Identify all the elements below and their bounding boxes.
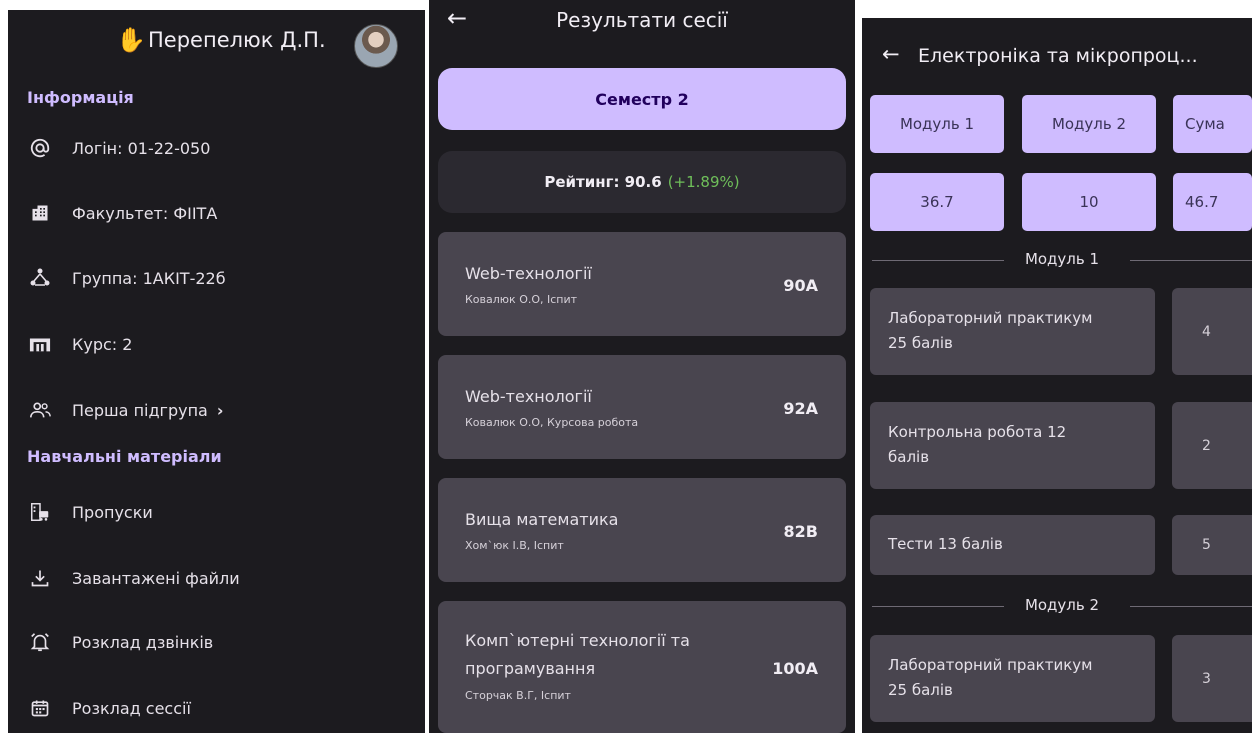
subject-grade: 82B bbox=[783, 522, 818, 541]
session-schedule-item[interactable]: Розклад сессії bbox=[8, 690, 425, 730]
rating-card: Рейтинг: 90.6 (+1.89%) bbox=[438, 151, 846, 213]
grade-row-subtitle: балів bbox=[888, 448, 930, 466]
course-item: Курс: 2 bbox=[8, 326, 425, 366]
subject-teacher: Хом`юк І.В, Іспит bbox=[465, 539, 564, 552]
subject-name: Web-технології bbox=[465, 387, 592, 406]
grade-score: 2 bbox=[1172, 402, 1252, 489]
value-module2: 10 bbox=[1022, 173, 1156, 231]
building-icon bbox=[28, 201, 52, 225]
subject-card[interactable]: Комп`ютерні технології та програмування … bbox=[438, 601, 846, 733]
download-icon bbox=[28, 566, 52, 590]
pass-icon bbox=[28, 500, 52, 524]
group-icon bbox=[28, 266, 52, 290]
subject-name-line2: програмування bbox=[465, 659, 596, 678]
downloads-label: Завантажені файли bbox=[72, 569, 240, 588]
grade-row[interactable]: Лабораторний практикум 25 балів bbox=[870, 635, 1155, 722]
module1-title: Модуль 1 bbox=[1024, 250, 1100, 268]
value-sum: 46.7 bbox=[1173, 173, 1252, 231]
subject-grade: 90A bbox=[783, 276, 818, 295]
group-item: Группа: 1АКІТ-22б bbox=[8, 260, 425, 300]
info-section-title: Інформація bbox=[27, 88, 134, 107]
rating-delta: (+1.89%) bbox=[667, 173, 740, 191]
subject-detail-screen: ← Електроніка та мікропроц... Модуль 1 М… bbox=[862, 18, 1252, 733]
subject-name: Вища математика bbox=[465, 510, 619, 529]
grade-row-title: Тести 13 балів bbox=[888, 535, 1003, 553]
profile-header: ✋ Перепелюк Д.П. bbox=[8, 24, 425, 68]
login-item: Логін: 01-22-050 bbox=[8, 130, 425, 170]
subject-card[interactable]: Web-технології Ковалюк О.О, Курсова робо… bbox=[438, 355, 846, 459]
chevron-right-icon: › bbox=[216, 401, 224, 420]
grade-score: 3 bbox=[1172, 635, 1252, 722]
module2-title: Модуль 2 bbox=[1024, 596, 1100, 614]
subgroup-label: Перша підгрупа › bbox=[72, 401, 224, 420]
header-module2: Модуль 2 bbox=[1022, 95, 1156, 153]
back-arrow-icon[interactable]: ← bbox=[882, 42, 900, 66]
alarm-icon bbox=[28, 630, 52, 654]
subject-teacher: Ковалюк О.О, Іспит bbox=[465, 293, 578, 306]
faculty-label: Факультет: ФІІТА bbox=[72, 204, 218, 223]
subject-name-line1: Комп`ютерні технології та bbox=[465, 631, 690, 650]
subject-grade: 92A bbox=[783, 399, 818, 418]
subject-name: Web-технології bbox=[465, 264, 592, 283]
grade-row[interactable]: Лабораторний практикум 25 балів bbox=[870, 288, 1155, 375]
avatar[interactable] bbox=[354, 24, 398, 68]
grade-row-title: Лабораторний практикум bbox=[888, 656, 1093, 674]
module1-divider: Модуль 1 bbox=[872, 250, 1252, 270]
semester-selector-button[interactable]: Семестр 2 bbox=[438, 68, 846, 130]
passes-label: Пропуски bbox=[72, 503, 153, 522]
at-icon bbox=[28, 136, 52, 160]
grade-score: 4 bbox=[1172, 288, 1252, 375]
group-label: Группа: 1АКІТ-22б bbox=[72, 269, 226, 288]
header-sum: Сума bbox=[1173, 95, 1252, 153]
people-icon bbox=[28, 398, 52, 422]
subgroup-text: Перша підгрупа bbox=[72, 401, 208, 420]
subgroup-item[interactable]: Перша підгрупа › bbox=[8, 392, 425, 432]
subject-grade: 100A bbox=[772, 659, 818, 678]
grade-row-subtitle: 25 балів bbox=[888, 334, 953, 352]
session-schedule-label: Розклад сессії bbox=[72, 699, 191, 718]
grade-row-subtitle: 25 балів bbox=[888, 681, 953, 699]
materials-section-title: Навчальні матеріали bbox=[27, 447, 222, 466]
session-results-screen: ← Результати сесії Семестр 2 Рейтинг: 90… bbox=[429, 0, 855, 733]
grade-row[interactable]: Контрольна робота 12 балів bbox=[870, 402, 1155, 489]
bells-schedule-item[interactable]: Розклад дзвінків bbox=[8, 624, 425, 664]
module2-divider: Модуль 2 bbox=[872, 596, 1252, 616]
page-title: Результати сесії bbox=[556, 8, 728, 32]
wave-hand-icon: ✋ bbox=[116, 26, 146, 54]
header-module1: Модуль 1 bbox=[870, 95, 1004, 153]
page-title: Електроніка та мікропроц... bbox=[918, 45, 1198, 67]
faculty-item: Факультет: ФІІТА bbox=[8, 195, 425, 235]
grade-row-title: Контрольна робота 12 bbox=[888, 423, 1067, 441]
value-module1: 36.7 bbox=[870, 173, 1004, 231]
grade-row[interactable]: Тести 13 балів bbox=[870, 515, 1155, 575]
login-label: Логін: 01-22-050 bbox=[72, 139, 211, 158]
passes-item[interactable]: Пропуски bbox=[8, 494, 425, 534]
subject-card[interactable]: Вища математика Хом`юк І.В, Іспит 82B bbox=[438, 478, 846, 582]
grade-score: 5 bbox=[1172, 515, 1252, 575]
calendar-icon bbox=[28, 696, 52, 720]
profile-drawer: ✋ Перепелюк Д.П. Інформація Логін: 01-22… bbox=[8, 10, 425, 733]
course-label: Курс: 2 bbox=[72, 335, 133, 354]
bells-schedule-label: Розклад дзвінків bbox=[72, 633, 214, 652]
subject-teacher: Ковалюк О.О, Курсова робота bbox=[465, 416, 639, 429]
subject-teacher: Сторчак В.Г, Іспит bbox=[465, 689, 571, 702]
downloads-item[interactable]: Завантажені файли bbox=[8, 560, 425, 600]
subject-card[interactable]: Web-технології Ковалюк О.О, Іспит 90A bbox=[438, 232, 846, 336]
school-icon bbox=[28, 332, 52, 356]
user-name: Перепелюк Д.П. bbox=[148, 28, 326, 52]
grade-row-title: Лабораторний практикум bbox=[888, 309, 1093, 327]
rating-value: Рейтинг: 90.6 bbox=[544, 173, 662, 191]
